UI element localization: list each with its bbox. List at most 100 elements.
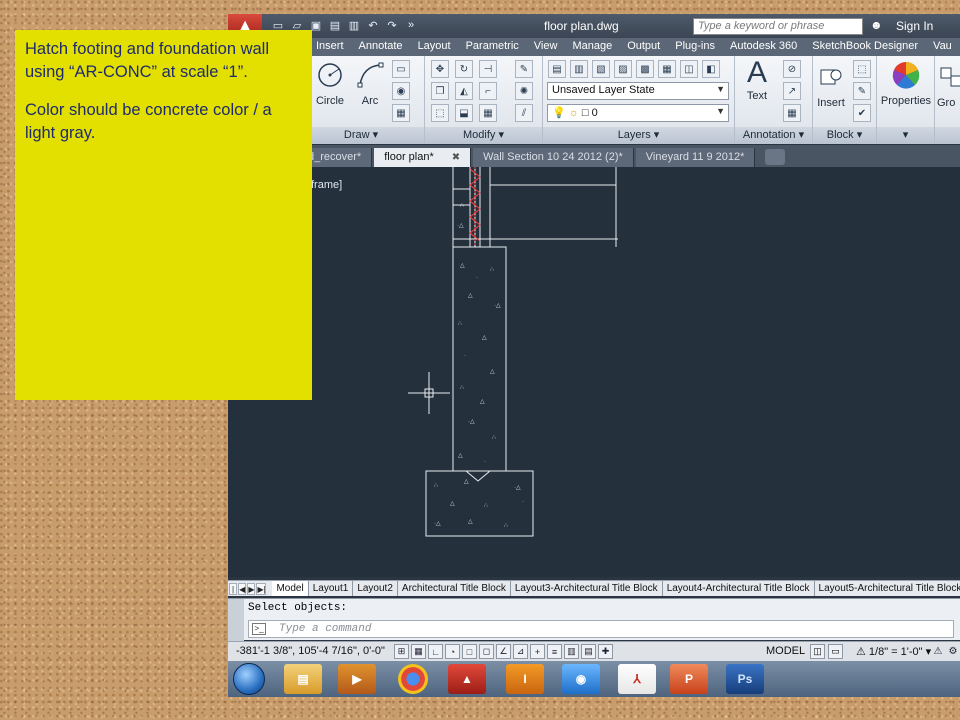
tab-output[interactable]: Output — [618, 38, 666, 56]
scale-icon[interactable]: ⬓ — [455, 104, 473, 122]
rectangle-icon[interactable]: ▭ — [392, 60, 410, 78]
quick-properties-icon[interactable]: ▤ — [581, 644, 596, 659]
table-icon[interactable]: ▦ — [783, 104, 801, 122]
tab-layout[interactable]: Layout — [409, 38, 457, 56]
array-icon[interactable]: ▦ — [479, 104, 497, 122]
copy-icon[interactable]: ❐ — [431, 82, 449, 100]
circle-button[interactable]: Circle — [312, 60, 348, 107]
leader-icon[interactable]: ↗ — [783, 82, 801, 100]
grid-icon[interactable]: ▦ — [411, 644, 426, 659]
layout-tab-model[interactable]: Model — [272, 581, 309, 596]
powerpoint-icon[interactable]: P — [670, 664, 708, 694]
ducs-icon[interactable]: ⊿ — [513, 644, 528, 659]
snap-icon[interactable]: ⊞ — [394, 644, 409, 659]
transparency-icon[interactable]: ▥ — [564, 644, 579, 659]
tab-parametric[interactable]: Parametric — [457, 38, 525, 56]
quick-view-layouts-icon[interactable]: ◫ — [810, 644, 825, 659]
tab-manage[interactable]: Manage — [563, 38, 618, 56]
tab-annotate[interactable]: Annotate — [350, 38, 409, 56]
selection-cycling-icon[interactable]: ✚ — [598, 644, 613, 659]
file-tab-floor-plan[interactable]: floor plan* ✖ — [374, 148, 472, 167]
tab-view[interactable]: View — [525, 38, 564, 56]
layer-match-icon[interactable]: ▥ — [570, 60, 588, 78]
attribute-icon[interactable]: ✔ — [853, 104, 871, 122]
ellipse-icon[interactable]: ◉ — [392, 82, 410, 100]
dimension-icon[interactable]: ⊘ — [783, 60, 801, 78]
properties-button[interactable]: Properties — [879, 60, 933, 107]
photoshop-icon[interactable]: Ps — [726, 664, 764, 694]
chrome-icon[interactable] — [398, 664, 428, 694]
layer-off-icon[interactable]: ▧ — [592, 60, 610, 78]
layout-tab-layout4[interactable]: Layout4-Architectural Title Block — [663, 581, 815, 596]
last-tab-icon[interactable]: ▶| — [256, 582, 267, 595]
layout-tab-layout1[interactable]: Layout1 — [309, 581, 354, 596]
explode-icon[interactable]: ✺ — [515, 82, 533, 100]
fillet-icon[interactable]: ⌐ — [479, 82, 497, 100]
layer-properties-icon[interactable]: ▤ — [548, 60, 566, 78]
command-line-handle[interactable] — [228, 599, 244, 641]
close-icon[interactable]: ✖ — [452, 152, 460, 163]
3d-osnap-icon[interactable]: ◻ — [479, 644, 494, 659]
user-icon[interactable]: ☻ — [870, 18, 883, 32]
layer-dropdown[interactable]: 💡 ☼ □ 0 ▼ — [547, 104, 729, 122]
trim-icon[interactable]: ⊣ — [479, 60, 497, 78]
layer-state-dropdown[interactable]: Unsaved Layer State ▼ — [547, 82, 729, 100]
drawing-viewport[interactable]: frame] ∴ ·△ △ · ∴ △ ·△ ∴ △ · △ ∴ △ ·△ ∴ … — [228, 167, 960, 577]
coordinates-readout[interactable]: -381'-1 3/8", 105'-4 7/16", 0'-0" — [236, 645, 385, 657]
osnap-icon[interactable]: □ — [462, 644, 477, 659]
layer-walk-icon[interactable]: ◧ — [702, 60, 720, 78]
tab-sketchbook-designer[interactable]: SketchBook Designer — [803, 38, 924, 56]
explorer-icon[interactable]: ▤ — [284, 664, 322, 694]
annotation-scale[interactable]: ⚠ 1/8" = 1'-0" ▾ — [856, 645, 931, 658]
quick-view-drawings-icon[interactable]: ▭ — [828, 644, 843, 659]
undo-icon[interactable]: ↶ — [365, 17, 381, 33]
workspace-icon[interactable]: ⚙ — [947, 644, 959, 659]
lineweight-icon[interactable]: ≡ — [547, 644, 562, 659]
groups-panel-title[interactable] — [935, 127, 960, 144]
command-prompt-icon[interactable]: >_ — [252, 623, 266, 635]
mirror-icon[interactable]: ◭ — [455, 82, 473, 100]
edit-block-icon[interactable]: ✎ — [853, 82, 871, 100]
first-tab-icon[interactable]: |◀ — [229, 582, 238, 606]
prev-tab-icon[interactable]: ◀ — [238, 582, 247, 595]
modify-panel-title[interactable]: Modify ▾ — [425, 127, 542, 144]
new-tab-button[interactable] — [765, 149, 786, 165]
file-tab-wall-section[interactable]: Wall Section 10 24 2012 (2)* — [473, 148, 634, 167]
plot-icon[interactable]: ▥ — [346, 17, 362, 33]
hatch-icon[interactable]: ▦ — [392, 104, 410, 122]
move-icon[interactable]: ✥ — [431, 60, 449, 78]
layout-tab-layout5[interactable]: Layout5-Architectural Title Block — [815, 581, 960, 596]
eye-app-icon[interactable]: ◉ — [562, 664, 600, 694]
next-tab-icon[interactable]: ▶ — [247, 582, 256, 595]
annotation-panel-title[interactable]: Annotation ▾ — [735, 127, 812, 144]
layout-tab-layout2[interactable]: Layout2 — [353, 581, 398, 596]
annotation-visibility-icon[interactable]: ⚠ — [932, 644, 944, 659]
sign-in-link[interactable]: Sign In — [896, 19, 933, 33]
offset-icon[interactable]: ⫽ — [515, 104, 533, 122]
arc-button[interactable]: Arc — [352, 60, 388, 107]
layer-isolate-icon[interactable]: ▨ — [614, 60, 632, 78]
polar-icon[interactable]: ◔ — [445, 644, 460, 659]
more-icon[interactable]: » — [403, 17, 419, 33]
start-button[interactable] — [233, 663, 265, 695]
search-input[interactable]: Type a keyword or phrase — [693, 18, 863, 35]
layers-panel-title[interactable]: Layers ▾ — [543, 127, 734, 144]
otrack-icon[interactable]: ∠ — [496, 644, 511, 659]
tab-plug-ins[interactable]: Plug-ins — [666, 38, 721, 56]
save-as-icon[interactable]: ▤ — [327, 17, 343, 33]
redo-icon[interactable]: ↷ — [384, 17, 400, 33]
insert-button[interactable]: Insert — [813, 62, 849, 109]
dyn-icon[interactable]: + — [530, 644, 545, 659]
layer-lock-icon[interactable]: ▦ — [658, 60, 676, 78]
create-block-icon[interactable]: ⬚ — [853, 60, 871, 78]
properties-panel-title[interactable]: ▾ — [877, 127, 934, 144]
layout-tab-layout3[interactable]: Layout3-Architectural Title Block — [511, 581, 663, 596]
group-button[interactable]: Gro — [937, 62, 960, 109]
layer-freeze-icon[interactable]: ▩ — [636, 60, 654, 78]
erase-icon[interactable]: ✎ — [515, 60, 533, 78]
layout-tab-arch-title-block[interactable]: Architectural Title Block — [398, 581, 511, 596]
ortho-icon[interactable]: ∟ — [428, 644, 443, 659]
model-space-button[interactable]: MODEL — [766, 645, 805, 657]
autocad-icon[interactable]: ▲ — [448, 664, 486, 694]
file-tab-vineyard[interactable]: Vineyard 11 9 2012* — [635, 148, 756, 167]
